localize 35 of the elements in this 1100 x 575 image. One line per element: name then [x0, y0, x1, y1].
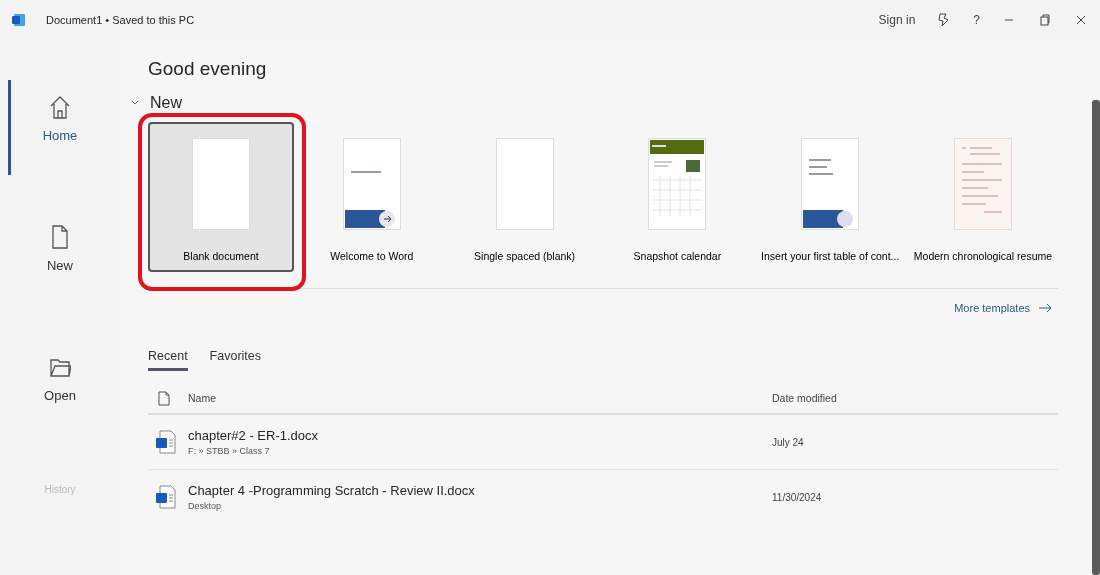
- arrow-icon: [1038, 303, 1052, 313]
- sign-in-button[interactable]: Sign in: [878, 13, 916, 27]
- date-modified: July 24: [772, 436, 805, 448]
- template-card[interactable]: Insert your first table of cont...: [755, 122, 906, 272]
- file-location: Desktop: [188, 501, 223, 511]
- close-icon[interactable]: [1074, 13, 1088, 27]
- scrollbar[interactable]: [1092, 100, 1100, 575]
- file-location: F: » STBB » Class 7: [188, 446, 271, 456]
- word-document-icon: [156, 430, 176, 454]
- file-name[interactable]: Chapter 4 -Programming Scratch - Review II.docx: [188, 483, 772, 498]
- template-card[interactable]: Snapshot calendar: [602, 122, 753, 272]
- column-header: Date modified: [772, 392, 838, 404]
- column-header: Name: [188, 392, 217, 404]
- template-card[interactable]: Blank document: [148, 122, 294, 272]
- help-button[interactable]: ?: [973, 13, 980, 27]
- sidebar-item[interactable]: Home: [0, 80, 120, 210]
- tab[interactable]: Favorites: [209, 349, 261, 371]
- greeting-heading: Good evening: [148, 58, 268, 80]
- restore-icon[interactable]: [1038, 13, 1052, 27]
- template-card[interactable]: Single spaced (blank): [449, 122, 600, 272]
- window-title: Document1 • Saved to this PC: [46, 14, 196, 26]
- sidebar-item[interactable]: New: [0, 210, 120, 340]
- sidebar-item[interactable]: Open: [0, 340, 120, 470]
- word-logo-icon: [12, 13, 26, 27]
- file-name[interactable]: chapter#2 - ER-1.docx: [188, 428, 772, 443]
- more-templates-link[interactable]: More templates: [948, 301, 1058, 315]
- file-type-icon: [158, 390, 170, 406]
- tab[interactable]: Recent: [148, 349, 188, 371]
- home-icon: [49, 94, 71, 120]
- template-card[interactable]: Modern chronological resume: [908, 122, 1058, 272]
- date-modified: 11/30/2024: [772, 491, 823, 503]
- template-card[interactable]: Welcome to Word: [296, 122, 447, 272]
- word-document-icon: [156, 485, 176, 509]
- page-icon: [49, 224, 71, 250]
- section-heading: New: [150, 94, 182, 112]
